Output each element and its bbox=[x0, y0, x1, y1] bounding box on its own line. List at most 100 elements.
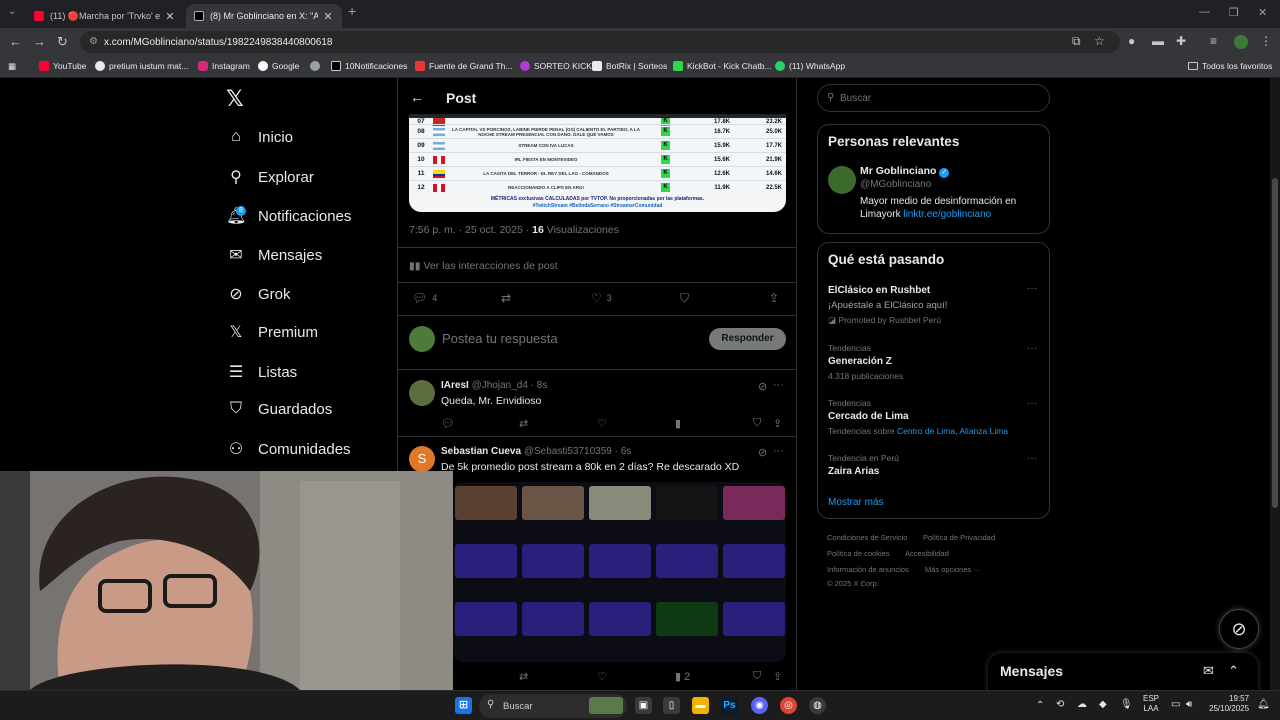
nav-inicio[interactable]: ⌂ Inicio bbox=[226, 128, 293, 146]
app-icon[interactable]: ▯ bbox=[663, 697, 680, 714]
windows-start-icon[interactable]: ⊞ bbox=[455, 697, 472, 714]
bookmark-10notificaciones[interactable]: 10Notificaciones bbox=[331, 61, 407, 71]
bookmark-botrix[interactable]: BotRix | Sorteos bbox=[592, 61, 667, 71]
reply-input[interactable]: Postea tu respuesta bbox=[442, 331, 558, 346]
footer-link[interactable]: Accesibilidad bbox=[905, 549, 949, 558]
clock[interactable]: 19:57 25/10/2025 bbox=[1209, 694, 1249, 714]
more-icon[interactable]: ··· bbox=[1027, 343, 1037, 354]
share-icon[interactable]: ⇪ bbox=[773, 417, 782, 430]
task-view-icon[interactable]: ▣ bbox=[635, 697, 652, 714]
new-tab-button[interactable]: + bbox=[348, 3, 356, 19]
photoshop-icon[interactable]: Ps bbox=[721, 697, 738, 714]
like-action[interactable]: ♡ 3 bbox=[591, 291, 612, 305]
repost-icon[interactable]: ⇄ bbox=[519, 417, 528, 430]
extension-icon[interactable]: ● bbox=[1128, 34, 1135, 48]
reply-image-stream-grid[interactable] bbox=[453, 482, 786, 662]
onedrive-icon[interactable]: ☁ bbox=[1077, 699, 1087, 710]
messages-drawer[interactable]: Mensajes ✉ ⌃ bbox=[988, 653, 1258, 690]
repost-icon[interactable]: ⇄ bbox=[501, 291, 511, 305]
close-window-icon[interactable]: ✕ bbox=[1258, 6, 1267, 19]
site-info-icon[interactable]: ⚙ bbox=[89, 36, 98, 47]
trend-name[interactable]: ElClásico en Rushbet bbox=[828, 285, 930, 296]
address-bar[interactable]: ⚙ x.com/MGoblinciano/status/198224983844… bbox=[80, 31, 1120, 53]
grok-icon[interactable]: ⊘ bbox=[758, 446, 767, 459]
bookmark-pretium[interactable]: pretium iustum mat... bbox=[95, 61, 188, 71]
media-control-icon[interactable]: ≡ bbox=[1210, 34, 1217, 48]
expand-icon[interactable]: ⌃ bbox=[1228, 663, 1239, 679]
bookmark-youtube[interactable]: YouTube bbox=[39, 61, 86, 71]
share-icon[interactable]: ⇪ bbox=[773, 670, 782, 683]
menu-icon[interactable]: ⋮ bbox=[1260, 34, 1272, 48]
footer-link[interactable]: Más opciones ··· bbox=[925, 565, 981, 574]
bookmark-icon[interactable]: ⛉ bbox=[753, 670, 761, 683]
view-interactions-link[interactable]: ▮▮ Ver las interacciones de post bbox=[409, 260, 558, 272]
more-icon[interactable]: ··· bbox=[773, 379, 784, 391]
bookmark-icon[interactable]: ⛉ bbox=[680, 291, 689, 306]
bookmark-grand-theft[interactable]: Fuente de Grand Th... bbox=[415, 61, 512, 71]
footer-link[interactable]: Política de cookies bbox=[827, 549, 890, 558]
minimize-icon[interactable]: — bbox=[1199, 6, 1210, 18]
discord-icon[interactable]: ◉ bbox=[751, 697, 768, 714]
more-icon[interactable]: ··· bbox=[1027, 283, 1037, 294]
nav-grok[interactable]: ⊘ Grok bbox=[226, 284, 290, 304]
bookmark-star-icon[interactable]: ☆ bbox=[1094, 34, 1105, 48]
install-app-icon[interactable]: ⧉ bbox=[1072, 34, 1081, 49]
close-icon[interactable]: ✕ bbox=[322, 10, 334, 23]
profile-name[interactable]: Mr Goblinciano ✓ bbox=[860, 165, 950, 178]
heart-icon[interactable]: ♡ bbox=[597, 670, 607, 683]
share-icon[interactable]: ⇪ bbox=[769, 291, 779, 305]
reply-action[interactable]: 💬︎ 4 bbox=[412, 291, 437, 305]
tray-app-icon[interactable]: ⟲ bbox=[1056, 699, 1064, 710]
extensions-puzzle-icon[interactable]: ✚ bbox=[1176, 34, 1186, 48]
chrome-icon[interactable]: ◎ bbox=[780, 697, 797, 714]
nav-comunidades[interactable]: ⚇ Comunidades bbox=[226, 439, 351, 459]
microphone-icon[interactable]: 🎙︎ bbox=[1120, 699, 1133, 710]
back-arrow-icon[interactable]: ← bbox=[410, 89, 424, 105]
apps-grid-icon[interactable]: ▦ bbox=[8, 61, 16, 72]
taskbar-search[interactable]: ⚲ Buscar bbox=[479, 694, 627, 718]
back-icon[interactable]: ← bbox=[9, 34, 22, 49]
reload-icon[interactable]: ↻ bbox=[57, 34, 68, 50]
profile-avatar[interactable] bbox=[1234, 35, 1248, 49]
language-indicator[interactable]: ESP LAA bbox=[1143, 694, 1159, 714]
reply-button[interactable]: Responder bbox=[709, 328, 786, 350]
nav-explorar[interactable]: ⚲ Explorar bbox=[226, 167, 314, 187]
trend-name[interactable]: Zaira Arias bbox=[828, 466, 879, 477]
search-input[interactable]: ⚲ Buscar bbox=[817, 84, 1050, 112]
profile-link[interactable]: linktr.ee/goblinciano bbox=[903, 209, 991, 220]
avatar[interactable] bbox=[828, 166, 856, 194]
network-icon[interactable]: ▭ bbox=[1171, 699, 1180, 710]
heart-icon[interactable]: ♡ bbox=[597, 417, 607, 430]
footer-link[interactable]: Política de Privacidad bbox=[923, 533, 995, 542]
grok-fab-button[interactable]: ⊘ bbox=[1219, 609, 1259, 649]
bookmark-icon[interactable]: ⛉ bbox=[753, 417, 761, 430]
scrollbar-thumb[interactable] bbox=[1272, 178, 1278, 508]
views-action[interactable]: ▮ 2 bbox=[675, 670, 690, 683]
analytics-icon[interactable]: ▮ bbox=[675, 417, 681, 430]
tab-search-icon[interactable]: ⌄ bbox=[8, 6, 16, 17]
notifications-icon[interactable]: 🔔︎ bbox=[1257, 699, 1270, 710]
nav-guardados[interactable]: ⛉ Guardados bbox=[226, 400, 332, 418]
footer-link[interactable]: Información de anuncios bbox=[827, 565, 909, 574]
nav-mensajes[interactable]: ✉ Mensajes bbox=[226, 245, 322, 265]
more-icon[interactable]: ··· bbox=[773, 445, 784, 457]
reply-icon[interactable]: 💬︎ bbox=[441, 417, 455, 430]
trend-name[interactable]: Cercado de Lima bbox=[828, 411, 909, 422]
tray-chevron-icon[interactable]: ⌃ bbox=[1036, 700, 1044, 711]
bookmark-kickbot[interactable]: KickBot - Kick Chatb... bbox=[673, 61, 772, 71]
repost-icon[interactable]: ⇄ bbox=[519, 670, 528, 683]
scrollbar[interactable] bbox=[1270, 78, 1280, 690]
post-image-ranking-table[interactable]: 07 K 17.8K 23.2K 08 LA CAPITAL VS PORCINOS, … bbox=[409, 114, 786, 212]
obs-icon[interactable]: ◍ bbox=[809, 697, 826, 714]
more-icon[interactable]: ··· bbox=[1027, 453, 1037, 464]
extension-icon-2[interactable]: ▬ bbox=[1152, 34, 1164, 48]
bookmark-unnamed[interactable] bbox=[310, 61, 324, 71]
tray-shield-icon[interactable]: ◆ bbox=[1099, 699, 1107, 710]
new-message-icon[interactable]: ✉ bbox=[1203, 663, 1214, 679]
file-explorer-icon[interactable]: ▬ bbox=[692, 697, 709, 714]
nav-premium[interactable]: 𝕏 Premium bbox=[226, 322, 318, 342]
trend-name[interactable]: Generación Z bbox=[828, 356, 892, 367]
forward-icon[interactable]: → bbox=[33, 34, 46, 49]
grok-icon[interactable]: ⊘ bbox=[758, 380, 767, 393]
close-icon[interactable]: ✕ bbox=[164, 10, 176, 23]
